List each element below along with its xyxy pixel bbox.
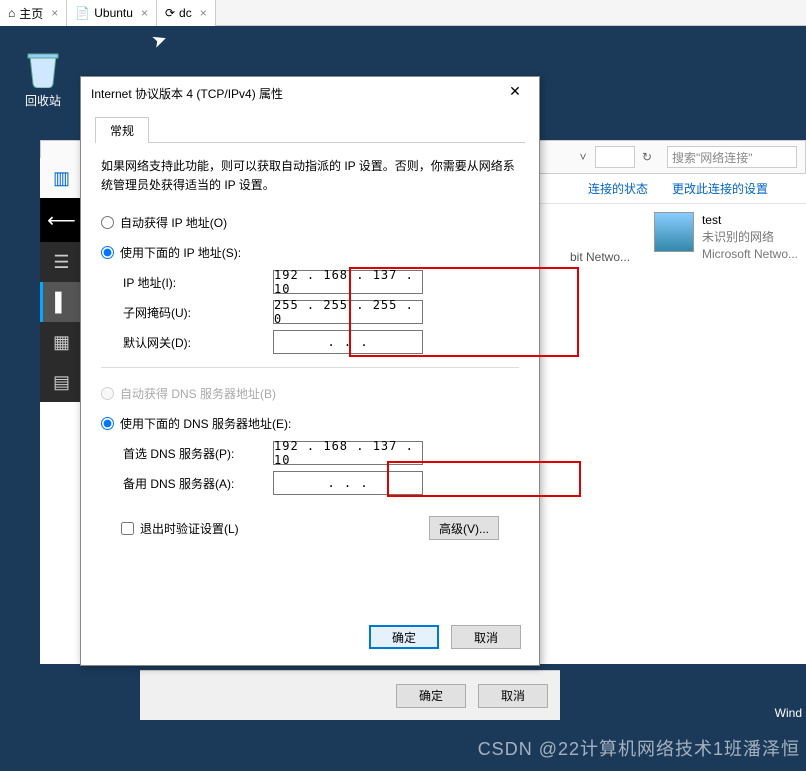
truncated-text: bit Netwo...: [570, 250, 630, 264]
refresh-icon[interactable]: ↻: [635, 150, 659, 164]
link-change[interactable]: 更改此连接的设置: [672, 180, 768, 197]
tab-general[interactable]: 常规: [95, 117, 149, 143]
tab-ubuntu[interactable]: 📄 Ubuntu ×: [67, 0, 157, 26]
vm-tabs: ⌂ 主页 × 📄 Ubuntu × ⟳ dc ×: [0, 0, 806, 26]
adapter-driver: Microsoft Netwo...: [702, 246, 798, 263]
close-button[interactable]: ✕: [501, 83, 529, 103]
ok-button[interactable]: 确定: [369, 625, 439, 649]
gateway-input[interactable]: . . .: [273, 330, 423, 354]
tab-label: Ubuntu: [94, 6, 133, 20]
dns2-input[interactable]: . . .: [273, 471, 423, 495]
chevron-down-icon[interactable]: ˅: [571, 150, 595, 164]
sidebar-header-icon[interactable]: ▥: [40, 158, 80, 198]
radio-auto-dns: [101, 387, 114, 400]
tab-label: 主页: [19, 5, 43, 22]
dns1-input[interactable]: 192 . 168 . 137 . 10: [273, 441, 423, 465]
ip-input[interactable]: 192 . 168 . 137 . 10: [273, 270, 423, 294]
sidebar-item-all[interactable]: ▦: [40, 322, 80, 362]
radio-manual-ip[interactable]: [101, 246, 114, 259]
radio-manual-ip-label: 使用下面的 IP 地址(S):: [120, 244, 241, 261]
close-icon[interactable]: ×: [200, 6, 207, 20]
recycle-bin[interactable]: 回收站: [18, 48, 68, 109]
doc-icon: 📄: [75, 6, 90, 20]
sidebar-item-local[interactable]: ▌: [40, 282, 80, 322]
home-icon: ⌂: [8, 6, 15, 20]
cancel-button[interactable]: 取消: [478, 684, 548, 708]
dns1-label: 首选 DNS 服务器(P):: [123, 445, 273, 462]
ok-button[interactable]: 确定: [396, 684, 466, 708]
advanced-button[interactable]: 高级(V)...: [429, 516, 499, 540]
radio-manual-dns[interactable]: [101, 417, 114, 430]
radio-auto-ip-label: 自动获得 IP 地址(O): [120, 214, 227, 231]
adapter-status: 未识别的网络: [702, 229, 798, 246]
link-status[interactable]: 连接的状态: [588, 180, 648, 197]
ip-label: IP 地址(I):: [123, 274, 273, 291]
radio-auto-ip[interactable]: [101, 216, 114, 229]
validate-label: 退出时验证设置(L): [140, 520, 239, 537]
cursor-icon: ➤: [149, 28, 170, 53]
adapter-icon: [654, 212, 694, 252]
sidebar-item-files[interactable]: ▤: [40, 362, 80, 402]
cancel-button[interactable]: 取消: [451, 625, 521, 649]
network-adapter-item[interactable]: test 未识别的网络 Microsoft Netwo...: [654, 212, 798, 262]
radio-auto-dns-label: 自动获得 DNS 服务器地址(B): [120, 385, 276, 402]
mask-label: 子网掩码(U):: [123, 304, 273, 321]
mask-input[interactable]: 255 . 255 . 255 . 0: [273, 300, 423, 324]
bin-icon: [23, 48, 63, 88]
tab-label: dc: [179, 6, 192, 20]
dialog-description: 如果网络支持此功能，则可以获取自动指派的 IP 设置。否则，你需要从网络系统管理…: [81, 143, 539, 203]
vm-icon: ⟳: [165, 6, 175, 20]
tab-dc[interactable]: ⟳ dc ×: [157, 0, 216, 26]
server-manager-sidebar: ▥ ⟵ ☰ ▌ ▦ ▤: [40, 158, 80, 402]
dialog-title: Internet 协议版本 4 (TCP/IPv4) 属性: [91, 85, 283, 102]
tab-home[interactable]: ⌂ 主页 ×: [0, 0, 67, 26]
radio-manual-dns-label: 使用下面的 DNS 服务器地址(E):: [120, 415, 291, 432]
ipv4-properties-dialog: Internet 协议版本 4 (TCP/IPv4) 属性 ✕ 常规 如果网络支…: [80, 76, 540, 666]
parent-dialog-footer: 确定 取消: [140, 670, 560, 720]
windows-activation-text: Wind: [775, 706, 802, 720]
close-icon[interactable]: ×: [51, 6, 58, 20]
recycle-bin-label: 回收站: [18, 92, 68, 109]
address-bar[interactable]: [595, 146, 635, 168]
sidebar-item-dashboard[interactable]: ☰: [40, 242, 80, 282]
adapter-name: test: [702, 212, 798, 229]
watermark: CSDN @22计算机网络技术1班潘泽恒: [478, 735, 800, 761]
close-icon[interactable]: ×: [141, 6, 148, 20]
dns2-label: 备用 DNS 服务器(A):: [123, 475, 273, 492]
back-button[interactable]: ⟵: [40, 198, 80, 242]
search-input[interactable]: 搜索"网络连接": [667, 146, 797, 168]
gateway-label: 默认网关(D):: [123, 334, 273, 351]
validate-checkbox[interactable]: [121, 522, 134, 535]
